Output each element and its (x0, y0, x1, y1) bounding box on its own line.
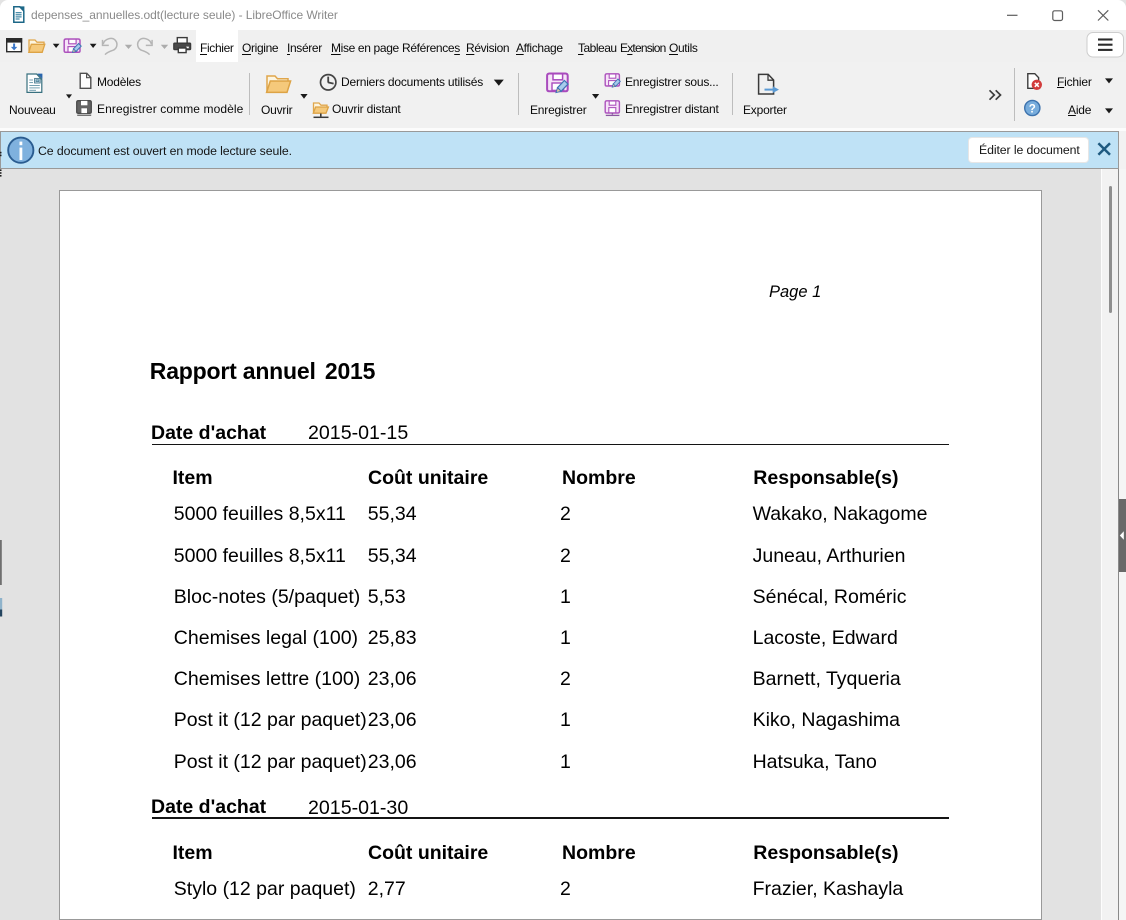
svg-text:?: ? (1029, 103, 1036, 115)
